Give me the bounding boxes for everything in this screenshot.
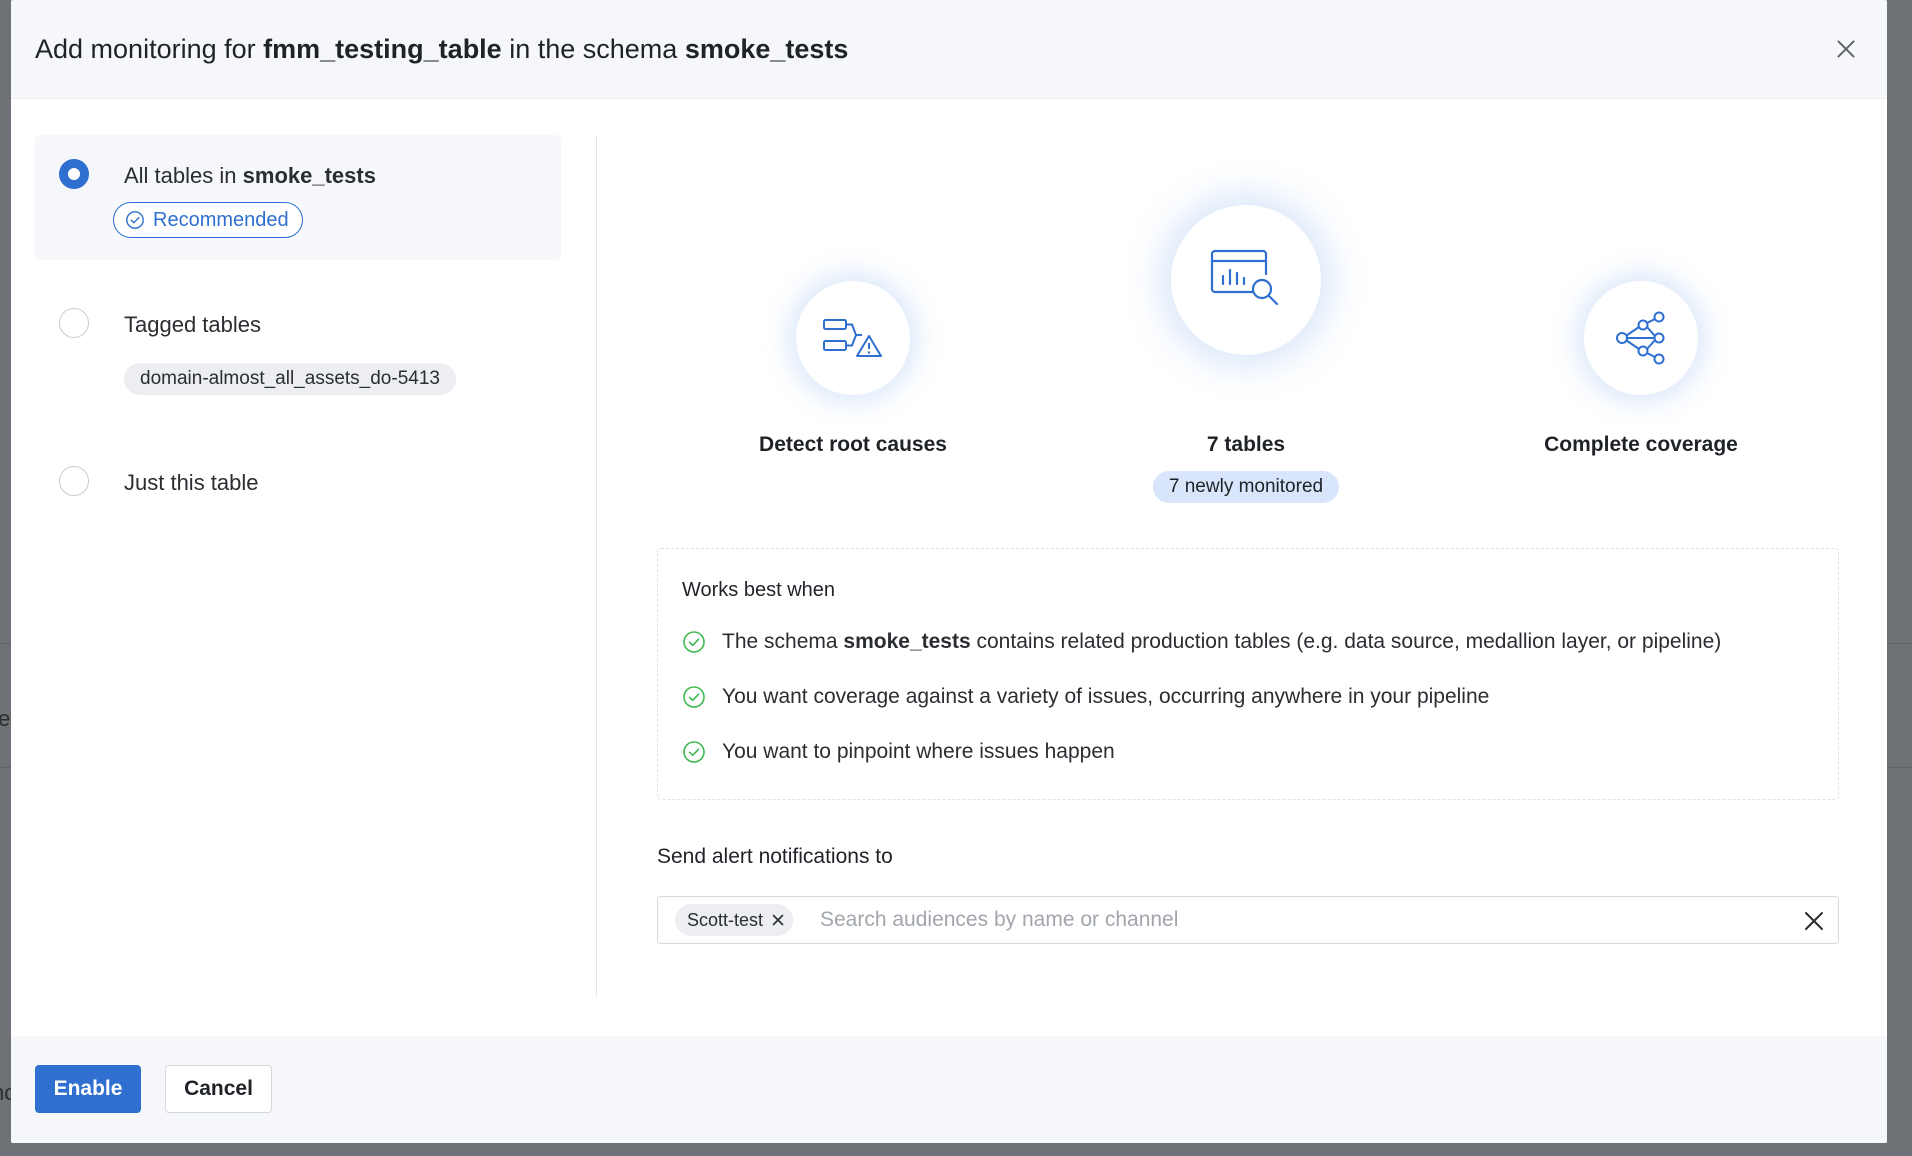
tag-chip[interactable]: domain-almost_all_assets_do-5413 [124,363,456,395]
works-best-item-2-text: You want coverage against a variety of i… [722,685,1490,708]
add-monitoring-modal: Add monitoring for fmm_testing_table in … [11,0,1887,1143]
audience-chip-label: Scott-test [687,909,764,930]
feature-root-causes-title: Detect root causes [759,433,947,456]
option-all-tables-prefix: All tables in [124,163,237,188]
enable-button[interactable]: Enable [35,1065,141,1113]
option-just-this-table-label[interactable]: Just this table [124,470,259,496]
audience-search-input[interactable] [820,903,1720,937]
recommended-label: Recommended [153,208,289,231]
works-best-item: You want to pinpoint where issues happen [682,737,1115,767]
title-schema-name: smoke_tests [684,34,849,64]
audience-select[interactable]: Scott-test [657,896,1839,944]
root-cause-icon [823,319,882,357]
feature-tables-title: 7 tables [1206,433,1286,456]
clear-selection-icon[interactable] [1802,909,1826,933]
remove-chip-icon[interactable] [771,913,785,927]
column-divider [596,135,597,997]
modal-footer: Enable Cancel [11,1036,1887,1143]
item-1-suffix: contains related production tables (e.g.… [976,630,1722,653]
option-all-tables-schema: smoke_tests [242,163,376,188]
radio-just-this-table[interactable] [59,466,89,496]
works-best-item-1-text: The schema smoke_tests contains related … [722,630,1721,654]
scope-options: All tables in smoke_tests Recommended Ta… [35,135,561,496]
success-check-icon [683,686,705,708]
title-middle: in the schema [509,34,678,64]
modal-title: Add monitoring for fmm_testing_table in … [35,34,848,65]
works-best-item: The schema smoke_tests contains related … [682,627,1721,657]
item-1-schema: smoke_tests [843,630,971,653]
works-best-item: You want coverage against a variety of i… [682,682,1489,712]
coverage-circle [1584,281,1698,395]
table-search-icon [1210,249,1279,306]
works-best-panel: Works best when The schema smoke_tests c… [657,548,1839,800]
option-all-tables-label: All tables in smoke_tests [124,163,376,189]
title-prefix: Add monitoring for [35,34,256,64]
item-1-prefix: The schema [722,630,838,653]
feature-coverage-title: Complete coverage [1544,433,1738,456]
works-best-item-3-text: You want to pinpoint where issues happen [722,740,1115,763]
title-table-name: fmm_testing_table [263,34,502,64]
cancel-button[interactable]: Cancel [165,1065,272,1113]
success-check-icon [683,741,705,763]
recommended-badge: Recommended [113,202,303,238]
radio-tagged-tables[interactable] [59,308,89,338]
option-tagged-tables-label[interactable]: Tagged tables [124,312,261,338]
backdrop-text: te [0,706,11,731]
root-cause-circle [796,281,910,395]
works-best-title: Works best when [682,579,836,601]
modal-header: Add monitoring for fmm_testing_table in … [11,0,1887,99]
close-icon[interactable] [1833,36,1859,62]
option-all-tables[interactable]: All tables in smoke_tests Recommended [35,135,561,260]
newly-monitored-badge: 7 newly monitored [1152,471,1340,503]
alert-notifications-label: Send alert notifications to [657,845,893,868]
tables-circle [1171,205,1321,355]
check-circle-icon [126,211,144,229]
success-check-icon [683,631,705,653]
radio-all-tables[interactable] [59,159,89,189]
audience-chip: Scott-test [675,904,794,936]
network-share-icon [1616,311,1665,365]
